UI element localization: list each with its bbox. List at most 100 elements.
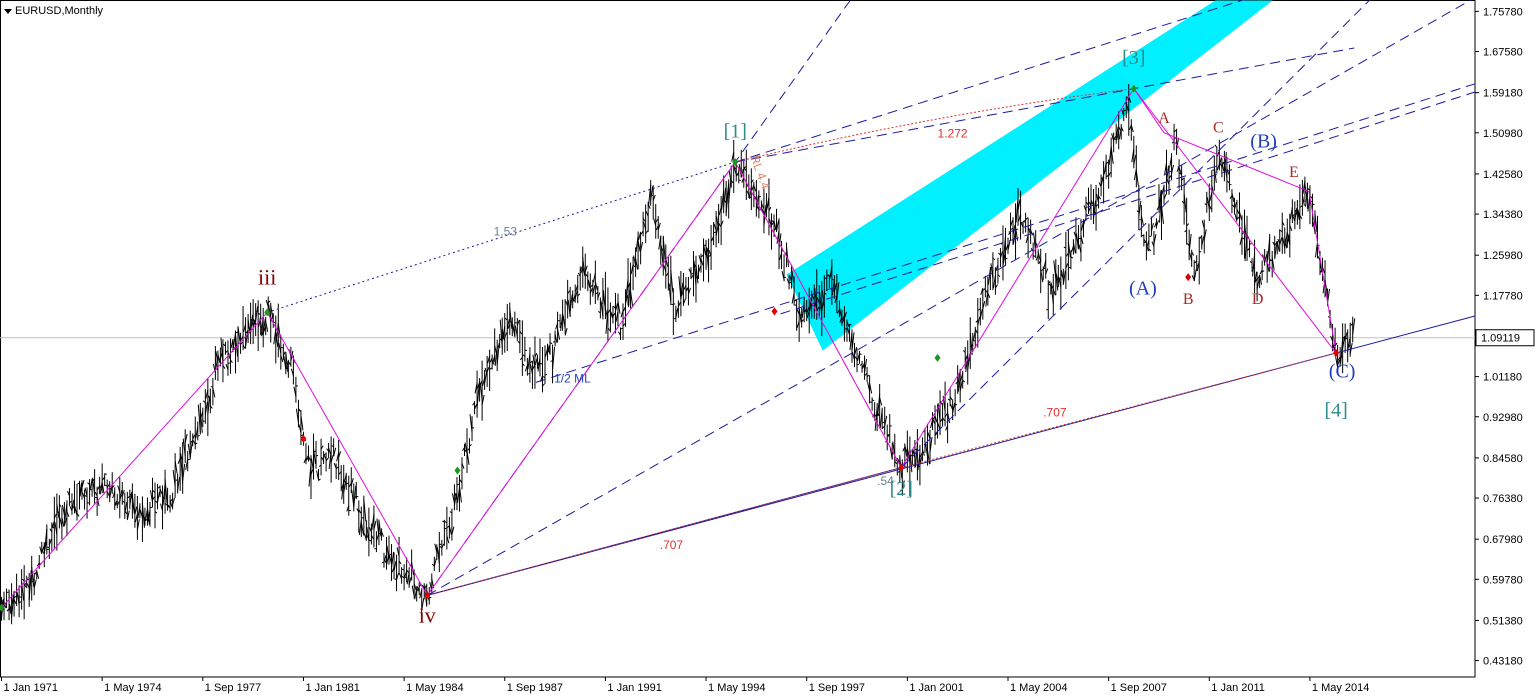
ohlc-bar [149,477,155,508]
ohlc-bar [1196,236,1202,285]
ohlc-bar [152,482,158,529]
ohlc-bar [553,330,558,347]
ohlc-bar [318,438,324,476]
ohlc-open [550,360,553,362]
ohlc-close [1229,183,1232,186]
ohlc-open [1046,308,1049,311]
ohlc-bar [394,554,400,592]
x-tick-label: 1 Jan 1971 [4,682,58,694]
y-tick-label: 0.67980 [1483,534,1523,546]
ohlc-bar [69,493,75,515]
ohlc-bar [867,375,873,404]
y-tick-label: 0.51380 [1483,615,1523,627]
ohlc-bar [870,397,875,411]
ohlc-bar [602,271,608,320]
ohlc-bar [268,302,274,343]
ohlc-bar [1050,273,1056,316]
ohlc-bar [879,407,885,430]
ohlc-bar [585,271,591,292]
ohlc-bar [623,289,629,327]
ohlc-bar [653,204,659,239]
ohlc-bar [857,350,862,364]
fib-annotation: 1/2 ML [554,371,591,385]
ohlc-bar [708,225,714,270]
ohlc-bar [328,436,334,483]
x-tick-label: 1 Jan 2001 [909,682,963,694]
ohlc-bar [668,255,674,305]
ohlc-bar [210,377,216,406]
ohlc-bar [112,487,118,511]
ohlc-close [1249,243,1252,245]
ohlc-bar [1058,256,1064,310]
ohlc-open [1114,138,1117,140]
ohlc-bar [864,366,870,383]
ohlc-bar [346,475,351,516]
wave-label: [2] [890,478,913,500]
y-tick-label: 0.76380 [1483,493,1523,505]
ohlc-bar [529,360,535,389]
y-tick-label: 1.75780 [1483,6,1523,18]
ohlc-bar [137,503,143,519]
ohlc-bar [685,276,691,306]
ohlc-bar [185,450,190,472]
plot-frame [0,0,1476,678]
fib-annotation: .707 [1043,406,1067,420]
ohlc-bar [580,246,586,288]
ohlc-bar [107,481,113,503]
ohlc-bar [195,421,200,441]
ohlc-bar [643,204,649,243]
price-chart[interactable]: 1.75780 1.67580 1.59180 1.50980 1.42580 1.343… [0,0,1536,698]
fractal-markers [0,84,1340,612]
ohlc-bar [374,531,379,553]
ohlc-bar [66,488,72,506]
ohlc-bar [64,500,70,537]
ohlc-bar [633,247,639,277]
ohlc-close [315,454,319,457]
ohlc-bar [885,424,890,451]
ohlc-bar [998,247,1003,268]
ohlc-bar [1174,128,1180,155]
ohlc-bar [6,589,12,621]
ohlc-bar [1239,215,1245,255]
ohlc-bar [223,341,228,355]
ohlc-bar [306,445,311,462]
ohlc-bar [1114,123,1119,144]
ohlc-bar [1272,235,1278,260]
ohlc-bar [1033,230,1039,258]
ohlc-bar [1161,184,1167,205]
ohlc-bar [1018,190,1023,240]
wave-label: E [1289,164,1299,181]
ohlc-bar [469,414,475,441]
ohlc-bar [1098,174,1104,197]
ohlc-bar [316,469,321,481]
ohlc-bar [955,365,961,394]
ohlc-bar [431,556,437,571]
ohlc-bar [1075,225,1081,250]
ohlc-bar [645,201,651,232]
wave-label: iv [419,602,436,627]
ohlc-bar [537,338,543,377]
y-tick-label: 0.43180 [1483,656,1523,668]
wave-label: (A) [1129,277,1157,299]
ohlc-bar [1227,164,1232,191]
ohlc-bar [1151,230,1157,256]
y-tick-label: 0.92980 [1483,412,1523,424]
ohlc-bar [182,429,188,463]
wave-label: C [1213,120,1224,137]
ohlc-bar [919,437,925,462]
ohlc-bar [1046,280,1051,320]
ohlc-bar [172,453,178,498]
ohlc-bar [447,516,452,539]
ohlc-close [955,403,958,406]
ohlc-bar [517,319,523,354]
fractal-marker [771,307,778,316]
ohlc-bar [303,443,309,465]
wave-label: (C) [1329,360,1356,382]
ohlc-bar [74,483,80,521]
ohlc-bar [892,433,898,468]
ohlc-bar [676,300,681,318]
y-tick-label: 1.59180 [1483,88,1523,100]
ohlc-bar [34,570,40,580]
ohlc-bar [1063,231,1069,289]
fib-annotation: 1.272 [938,127,968,141]
